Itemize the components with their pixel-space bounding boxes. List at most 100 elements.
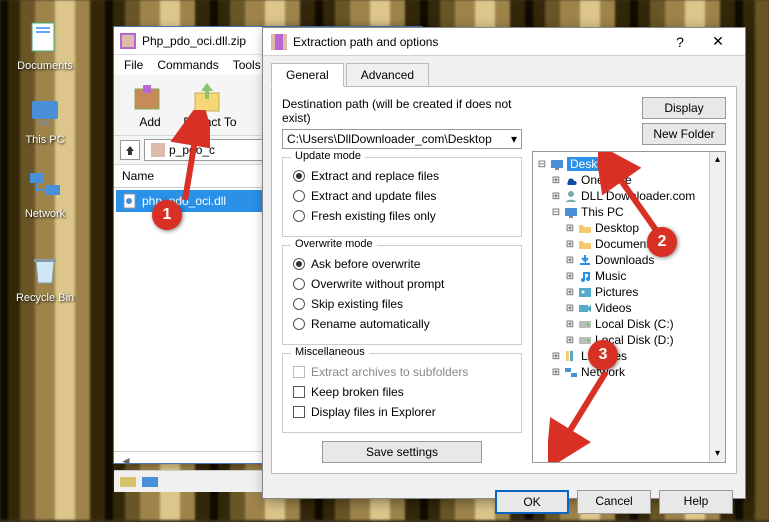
up-button[interactable] [120,140,140,160]
update-mode-group: Update mode Extract and replace files Ex… [282,157,522,237]
checkbox-icon [293,386,305,398]
disk-icon [578,317,592,331]
checkbox-icon [293,366,305,378]
menu-file[interactable]: File [124,58,143,72]
dialog-title-bar[interactable]: Extraction path and options ? ✕ [263,28,745,56]
scrollbar[interactable]: ▴ ▾ [709,152,725,462]
callout-1: 1 [152,200,182,230]
tree-item-documents[interactable]: ⊞Documents [537,236,721,252]
toolbar-extractto[interactable]: Extract To [180,79,240,131]
menu-tools[interactable]: Tools [233,58,261,72]
radio-skip-existing[interactable]: Skip existing files [293,294,511,314]
expand-icon[interactable]: ⊟ [551,207,561,218]
extraction-dialog: Extraction path and options ? ✕ General … [262,27,746,499]
tab-general[interactable]: General [271,63,344,87]
radio-label: Skip existing files [311,297,403,311]
tab-advanced[interactable]: Advanced [346,63,429,87]
new-folder-button[interactable]: New Folder [642,123,726,145]
save-settings-button[interactable]: Save settings [322,441,482,463]
expand-icon[interactable]: ⊞ [551,351,561,362]
tree-item-downloads[interactable]: ⊞Downloads [537,252,721,268]
tree-label: Videos [595,301,631,315]
desktop-icon-thispc[interactable]: This PC [10,92,80,146]
tree-item-music[interactable]: ⊞Music [537,268,721,284]
cb-extract-subfolders[interactable]: Extract archives to subfolders [293,362,511,382]
radio-extract-update[interactable]: Extract and update files [293,186,511,206]
icon-label: Network [10,208,80,220]
chevron-down-icon: ▾ [511,132,517,146]
expand-icon[interactable]: ⊟ [537,159,547,170]
scroll-up-icon[interactable]: ▴ [710,152,725,168]
expand-icon[interactable]: ⊞ [565,287,575,298]
tree-item-libraries[interactable]: ⊞Libraries [537,348,721,364]
left-column: Destination path (will be created if doe… [282,97,522,463]
scroll-down-icon[interactable]: ▾ [710,446,725,462]
expand-icon[interactable]: ⊞ [551,367,561,378]
expand-icon[interactable]: ⊞ [565,335,575,346]
tree-item-pictures[interactable]: ⊞Pictures [537,284,721,300]
icon-label: This PC [10,134,80,146]
pc-icon [25,92,65,132]
desktop-icon-documents[interactable]: Documents [10,18,80,72]
toolbar-add[interactable]: Add [120,79,180,131]
desktop-icon-network[interactable]: Network [10,166,80,220]
display-button[interactable]: Display [642,97,726,119]
tree-item-local-disk-d-[interactable]: ⊞Local Disk (D:) [537,332,721,348]
toolbar-label: Add [122,115,178,129]
folder-icon [578,237,592,251]
menu-commands[interactable]: Commands [157,58,218,72]
radio-icon [293,318,305,330]
folder-icon [578,221,592,235]
callout-3: 3 [588,340,618,370]
radio-extract-replace[interactable]: Extract and replace files [293,166,511,186]
radio-label: Ask before overwrite [311,257,420,271]
cloud-icon [564,173,578,187]
help-button[interactable]: ? [661,34,699,50]
expand-icon[interactable]: ⊞ [565,319,575,330]
radio-ask-before[interactable]: Ask before overwrite [293,254,511,274]
tree-item-onedrive[interactable]: ⊞OneDrive [537,172,721,188]
close-button[interactable]: ✕ [699,33,737,50]
net-icon [564,365,578,379]
tree-item-dll-downloader-com[interactable]: ⊞ DLL Downloader.com [537,188,721,204]
cancel-button[interactable]: Cancel [577,490,651,514]
tree-item-desktop[interactable]: ⊟ Desktop [537,156,721,172]
archive-icon [151,143,165,157]
tree-item-desktop[interactable]: ⊞Desktop [537,220,721,236]
cb-display-explorer[interactable]: Display files in Explorer [293,402,511,422]
desktop-icon-recyclebin[interactable]: Recycle Bin [10,250,80,304]
expand-icon[interactable]: ⊞ [551,175,561,186]
destination-combo[interactable]: C:\Users\DllDownloader_com\Desktop ▾ [282,129,522,149]
radio-fresh-only[interactable]: Fresh existing files only [293,206,511,226]
tree-item-videos[interactable]: ⊞ Videos [537,300,721,316]
status-icon-2 [142,475,158,489]
tree-item-this-pc[interactable]: ⊟This PC [537,204,721,220]
cb-keep-broken[interactable]: Keep broken files [293,382,511,402]
recyclebin-icon [25,250,65,290]
help-button[interactable]: Help [659,490,733,514]
expand-icon[interactable]: ⊞ [565,239,575,250]
tree-item-local-disk-c-[interactable]: ⊞Local Disk (C:) [537,316,721,332]
expand-icon[interactable]: ⊞ [565,223,575,234]
tab-body: Destination path (will be created if doe… [271,86,737,474]
tree-label: Desktop [567,157,617,171]
tree-label: DLL Downloader.com [581,189,695,203]
radio-icon [293,258,305,270]
tree-item-network[interactable]: ⊞Network [537,364,721,380]
expand-icon[interactable]: ⊞ [565,271,575,282]
destination-section: Destination path (will be created if doe… [282,97,522,149]
user-icon [564,189,578,203]
pc-icon [564,205,578,219]
expand-icon[interactable]: ⊞ [551,191,561,202]
radio-overwrite-noprompt[interactable]: Overwrite without prompt [293,274,511,294]
folder-tree[interactable]: ⊟Desktop⊞OneDrive⊞DLL Downloader.com⊟Thi… [532,151,726,463]
path-text: p_pdo_c [169,143,215,157]
radio-rename-auto[interactable]: Rename automatically [293,314,511,334]
ok-button[interactable]: OK [495,490,569,514]
radio-icon [293,190,305,202]
expand-icon[interactable]: ⊞ [565,255,575,266]
radio-label: Overwrite without prompt [311,277,444,291]
add-icon [131,81,169,113]
lib-icon [564,349,578,363]
expand-icon[interactable]: ⊞ [565,303,575,314]
